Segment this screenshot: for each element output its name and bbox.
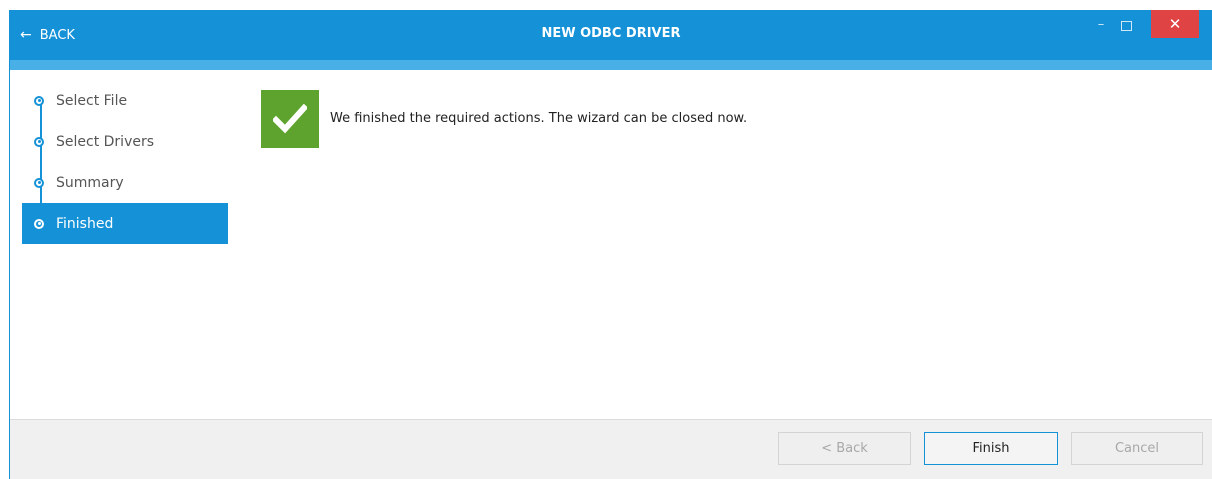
step-bullet-icon [34,136,44,147]
success-badge [261,90,319,148]
close-button[interactable]: ✕ [1151,10,1199,38]
step-label: Select Drivers [56,133,155,150]
completion-message: We finished the required actions. The wi… [330,111,748,126]
step-bullet-icon [34,177,44,188]
wizard-steps: Select File Select Drivers Summary Finis… [22,80,228,244]
checkmark-icon [273,104,307,134]
maximize-button[interactable] [1116,17,1136,35]
window-title: NEW ODBC DRIVER [541,26,681,41]
step-bullet-icon [34,95,44,106]
title-bar-strip [10,60,1212,70]
step-bullet-icon [34,218,44,229]
step-label: Select File [56,92,128,109]
wizard-footer: < Back Finish Cancel [10,419,1212,479]
cancel-button[interactable]: Cancel [1071,432,1203,465]
step-finished[interactable]: Finished [22,203,228,244]
finish-button[interactable]: Finish [924,432,1058,465]
step-select-drivers[interactable]: Select Drivers [22,121,228,162]
step-select-file[interactable]: Select File [22,80,228,121]
maximize-icon [1120,21,1132,31]
title-bar: ← BACK NEW ODBC DRIVER – ✕ [10,10,1212,60]
step-label: Summary [56,174,124,191]
minimize-icon: – [1097,17,1105,32]
close-icon: ✕ [1168,15,1182,33]
step-summary[interactable]: Summary [22,162,228,203]
minimize-button[interactable]: – [1092,18,1110,36]
wizard-window: ← BACK NEW ODBC DRIVER – ✕ Select File S… [9,10,1212,479]
back-button[interactable]: < Back [778,432,911,465]
step-label: Finished [56,215,114,232]
